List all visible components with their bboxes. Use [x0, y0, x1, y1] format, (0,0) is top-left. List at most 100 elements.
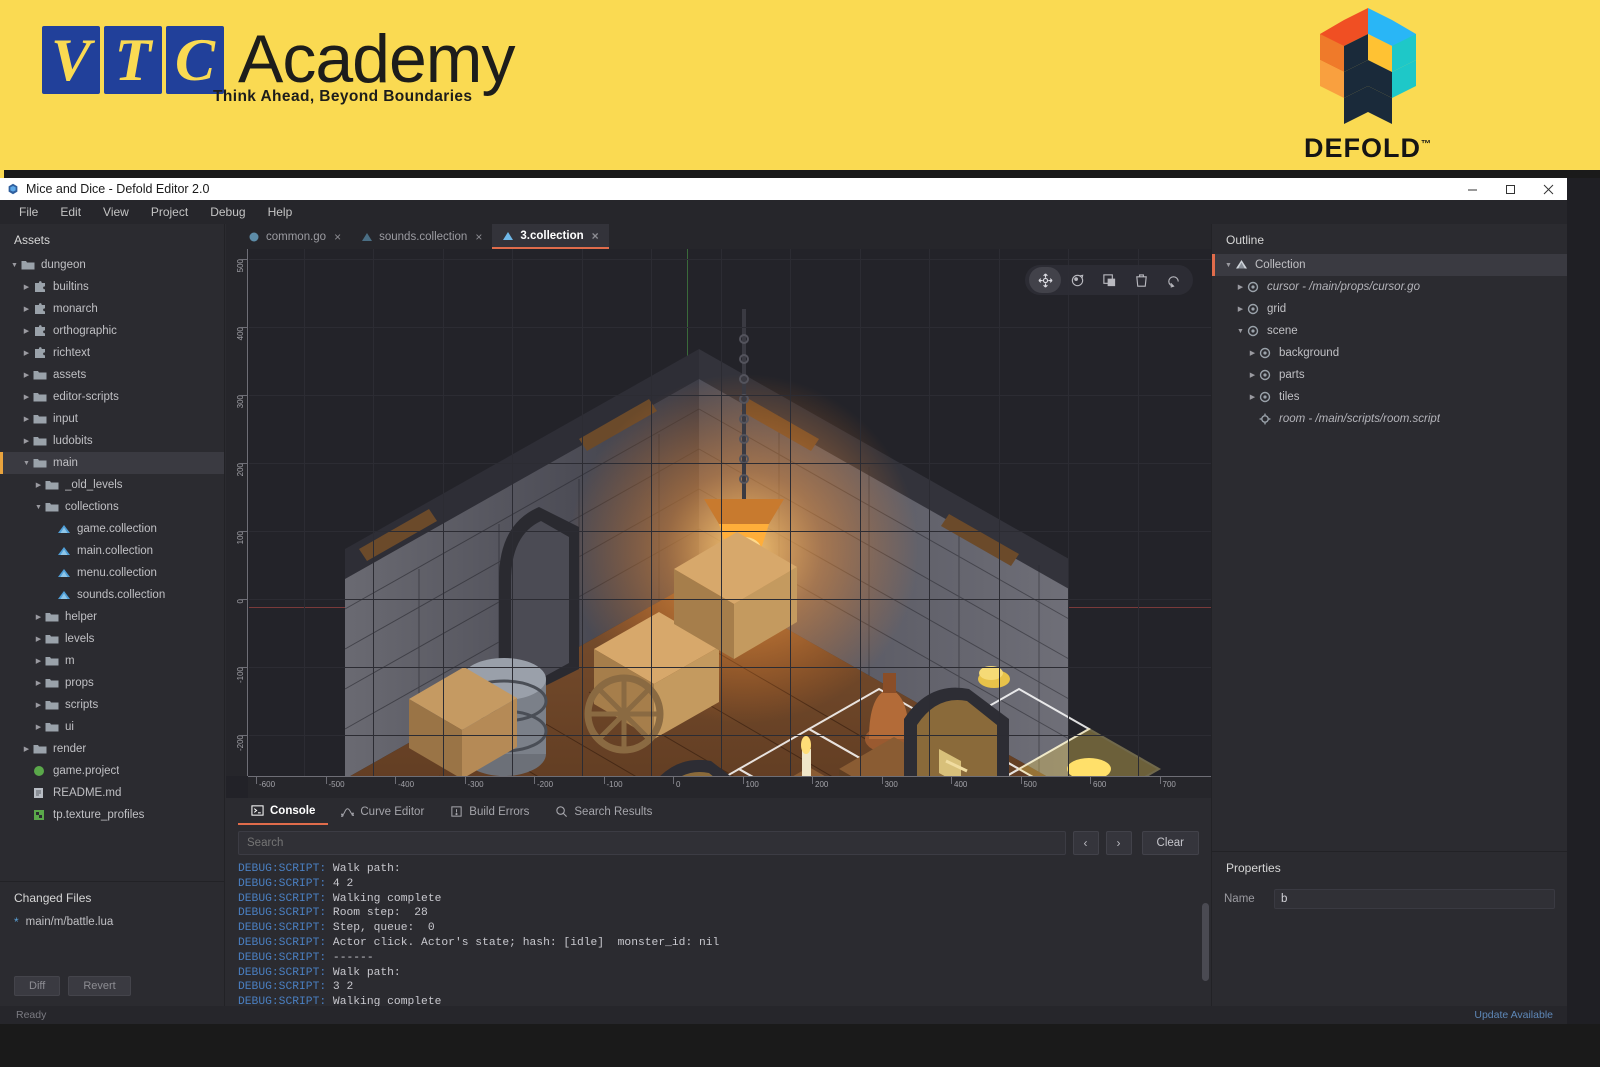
tree-twisty-right[interactable]: ▶ [20, 305, 33, 313]
outline-tree[interactable]: ▼Collection▶cursor - /main/props/cursor.… [1212, 254, 1567, 430]
tree-twisty-right[interactable]: ▶ [32, 613, 45, 621]
console-scrollbar-thumb[interactable] [1202, 903, 1209, 981]
asset-tree-row[interactable]: ▶builtins [0, 276, 224, 298]
tree-twisty-right[interactable]: ▶ [32, 657, 45, 665]
console-search-input[interactable] [238, 831, 1066, 855]
asset-tree-row[interactable]: game.project [0, 760, 224, 782]
tree-twisty-right[interactable]: ▶ [1234, 305, 1247, 313]
menu-project[interactable]: Project [140, 202, 199, 222]
editor-tab-common-go[interactable]: common.go× [238, 224, 351, 249]
editor-tab-close-icon[interactable]: × [592, 229, 599, 243]
tree-twisty-right[interactable]: ▶ [1246, 349, 1259, 357]
asset-tree-row[interactable]: ▶_old_levels [0, 474, 224, 496]
scene-render-area[interactable] [249, 249, 1211, 776]
asset-tree-row[interactable]: main.collection [0, 540, 224, 562]
asset-tree-row[interactable]: ▶input [0, 408, 224, 430]
asset-tree-row[interactable]: ▶render [0, 738, 224, 760]
tree-twisty-right[interactable]: ▶ [20, 437, 33, 445]
asset-tree-row[interactable]: sounds.collection [0, 584, 224, 606]
rotate-tool-icon[interactable] [1061, 267, 1093, 293]
changed-file-row[interactable]: * main/m/battle.lua [0, 913, 224, 931]
tree-twisty-right[interactable]: ▶ [32, 701, 45, 709]
update-available-link[interactable]: Update Available [1474, 1009, 1567, 1021]
assets-tree[interactable]: ▼dungeon▶builtins▶monarch▶orthographic▶r… [0, 254, 224, 881]
tree-twisty-right[interactable]: ▶ [20, 371, 33, 379]
minimize-button[interactable] [1453, 178, 1491, 200]
asset-tree-row[interactable]: ▶m [0, 650, 224, 672]
tree-twisty-right[interactable]: ▶ [1234, 283, 1247, 291]
tree-twisty-right[interactable]: ▶ [1246, 371, 1259, 379]
tree-twisty-right[interactable]: ▶ [20, 283, 33, 291]
tree-twisty-right[interactable]: ▶ [32, 723, 45, 731]
asset-tree-row[interactable]: README.md [0, 782, 224, 804]
asset-tree-row[interactable]: ▶helper [0, 606, 224, 628]
editor-tab-close-icon[interactable]: × [475, 230, 482, 244]
editor-tab-sounds-collection[interactable]: sounds.collection× [351, 224, 492, 249]
tree-twisty-right[interactable]: ▶ [20, 349, 33, 357]
asset-tree-row[interactable]: ▶ui [0, 716, 224, 738]
tree-twisty-right[interactable]: ▶ [1246, 393, 1259, 401]
asset-tree-row[interactable]: game.collection [0, 518, 224, 540]
tree-twisty-right[interactable]: ▶ [32, 481, 45, 489]
delete-tool-icon[interactable] [1125, 267, 1157, 293]
console-scrollbar[interactable] [1202, 860, 1209, 1002]
diff-button[interactable]: Diff [14, 976, 60, 996]
undo-tool-icon[interactable] [1157, 267, 1189, 293]
console-clear-button[interactable]: Clear [1142, 831, 1199, 855]
asset-tree-row[interactable]: ▶editor-scripts [0, 386, 224, 408]
menu-view[interactable]: View [92, 202, 140, 222]
tree-twisty-down[interactable]: ▼ [1222, 262, 1235, 269]
tree-twisty-right[interactable]: ▶ [20, 327, 33, 335]
menu-help[interactable]: Help [257, 202, 304, 222]
tree-twisty-right[interactable]: ▶ [32, 635, 45, 643]
tree-twisty-right[interactable]: ▶ [32, 679, 45, 687]
maximize-button[interactable] [1491, 178, 1529, 200]
outline-row[interactable]: ▶grid [1212, 298, 1567, 320]
outline-row[interactable]: ▶background [1212, 342, 1567, 364]
tree-twisty-down[interactable]: ▼ [1234, 328, 1247, 335]
menu-file[interactable]: File [8, 202, 49, 222]
asset-tree-row[interactable]: ▶props [0, 672, 224, 694]
tab-curve-editor[interactable]: Curve Editor [328, 798, 437, 825]
tree-twisty-down[interactable]: ▼ [32, 504, 45, 511]
asset-tree-row[interactable]: ▼dungeon [0, 254, 224, 276]
outline-row[interactable]: ▶cursor - /main/props/cursor.go [1212, 276, 1567, 298]
scale-tool-icon[interactable] [1093, 267, 1125, 293]
tab-build-errors[interactable]: Build Errors [437, 798, 542, 825]
close-button[interactable] [1529, 178, 1567, 200]
revert-button[interactable]: Revert [68, 976, 130, 996]
move-tool-icon[interactable] [1029, 267, 1061, 293]
asset-tree-row[interactable]: ▶monarch [0, 298, 224, 320]
asset-tree-row[interactable]: ▶ludobits [0, 430, 224, 452]
outline-row[interactable]: ▶parts [1212, 364, 1567, 386]
console-prev-button[interactable]: ‹ [1073, 831, 1099, 855]
outline-row[interactable]: ▶tiles [1212, 386, 1567, 408]
tree-twisty-down[interactable]: ▼ [8, 262, 21, 269]
property-name-input[interactable] [1274, 889, 1555, 909]
editor-tab-3-collection[interactable]: 3.collection× [492, 224, 608, 249]
console-next-button[interactable]: › [1106, 831, 1132, 855]
tree-twisty-right[interactable]: ▶ [20, 393, 33, 401]
asset-tree-row[interactable]: ▶orthographic [0, 320, 224, 342]
tree-twisty-right[interactable]: ▶ [20, 415, 33, 423]
asset-tree-row[interactable]: ▶richtext [0, 342, 224, 364]
vertical-ruler-tick-label: 200 [236, 463, 245, 476]
editor-tab-close-icon[interactable]: × [334, 230, 341, 244]
outline-row[interactable]: room - /main/scripts/room.script [1212, 408, 1567, 430]
menu-debug[interactable]: Debug [199, 202, 256, 222]
menu-edit[interactable]: Edit [49, 202, 92, 222]
asset-tree-row[interactable]: ▼main [0, 452, 224, 474]
asset-tree-row[interactable]: ▶scripts [0, 694, 224, 716]
outline-row[interactable]: ▼scene [1212, 320, 1567, 342]
tree-twisty-right[interactable]: ▶ [20, 745, 33, 753]
tab-search-results[interactable]: Search Results [542, 798, 665, 825]
asset-tree-row[interactable]: ▶assets [0, 364, 224, 386]
outline-row[interactable]: ▼Collection [1212, 254, 1567, 276]
asset-tree-row[interactable]: ▼collections [0, 496, 224, 518]
asset-tree-row[interactable]: menu.collection [0, 562, 224, 584]
tree-twisty-down[interactable]: ▼ [20, 460, 33, 467]
asset-tree-row[interactable]: ▶levels [0, 628, 224, 650]
tab-console[interactable]: Console [238, 798, 328, 825]
asset-tree-row[interactable]: tp.texture_profiles [0, 804, 224, 826]
scene-viewport[interactable]: 5004003002001000-100-200 -600-500-400-30… [226, 249, 1211, 798]
